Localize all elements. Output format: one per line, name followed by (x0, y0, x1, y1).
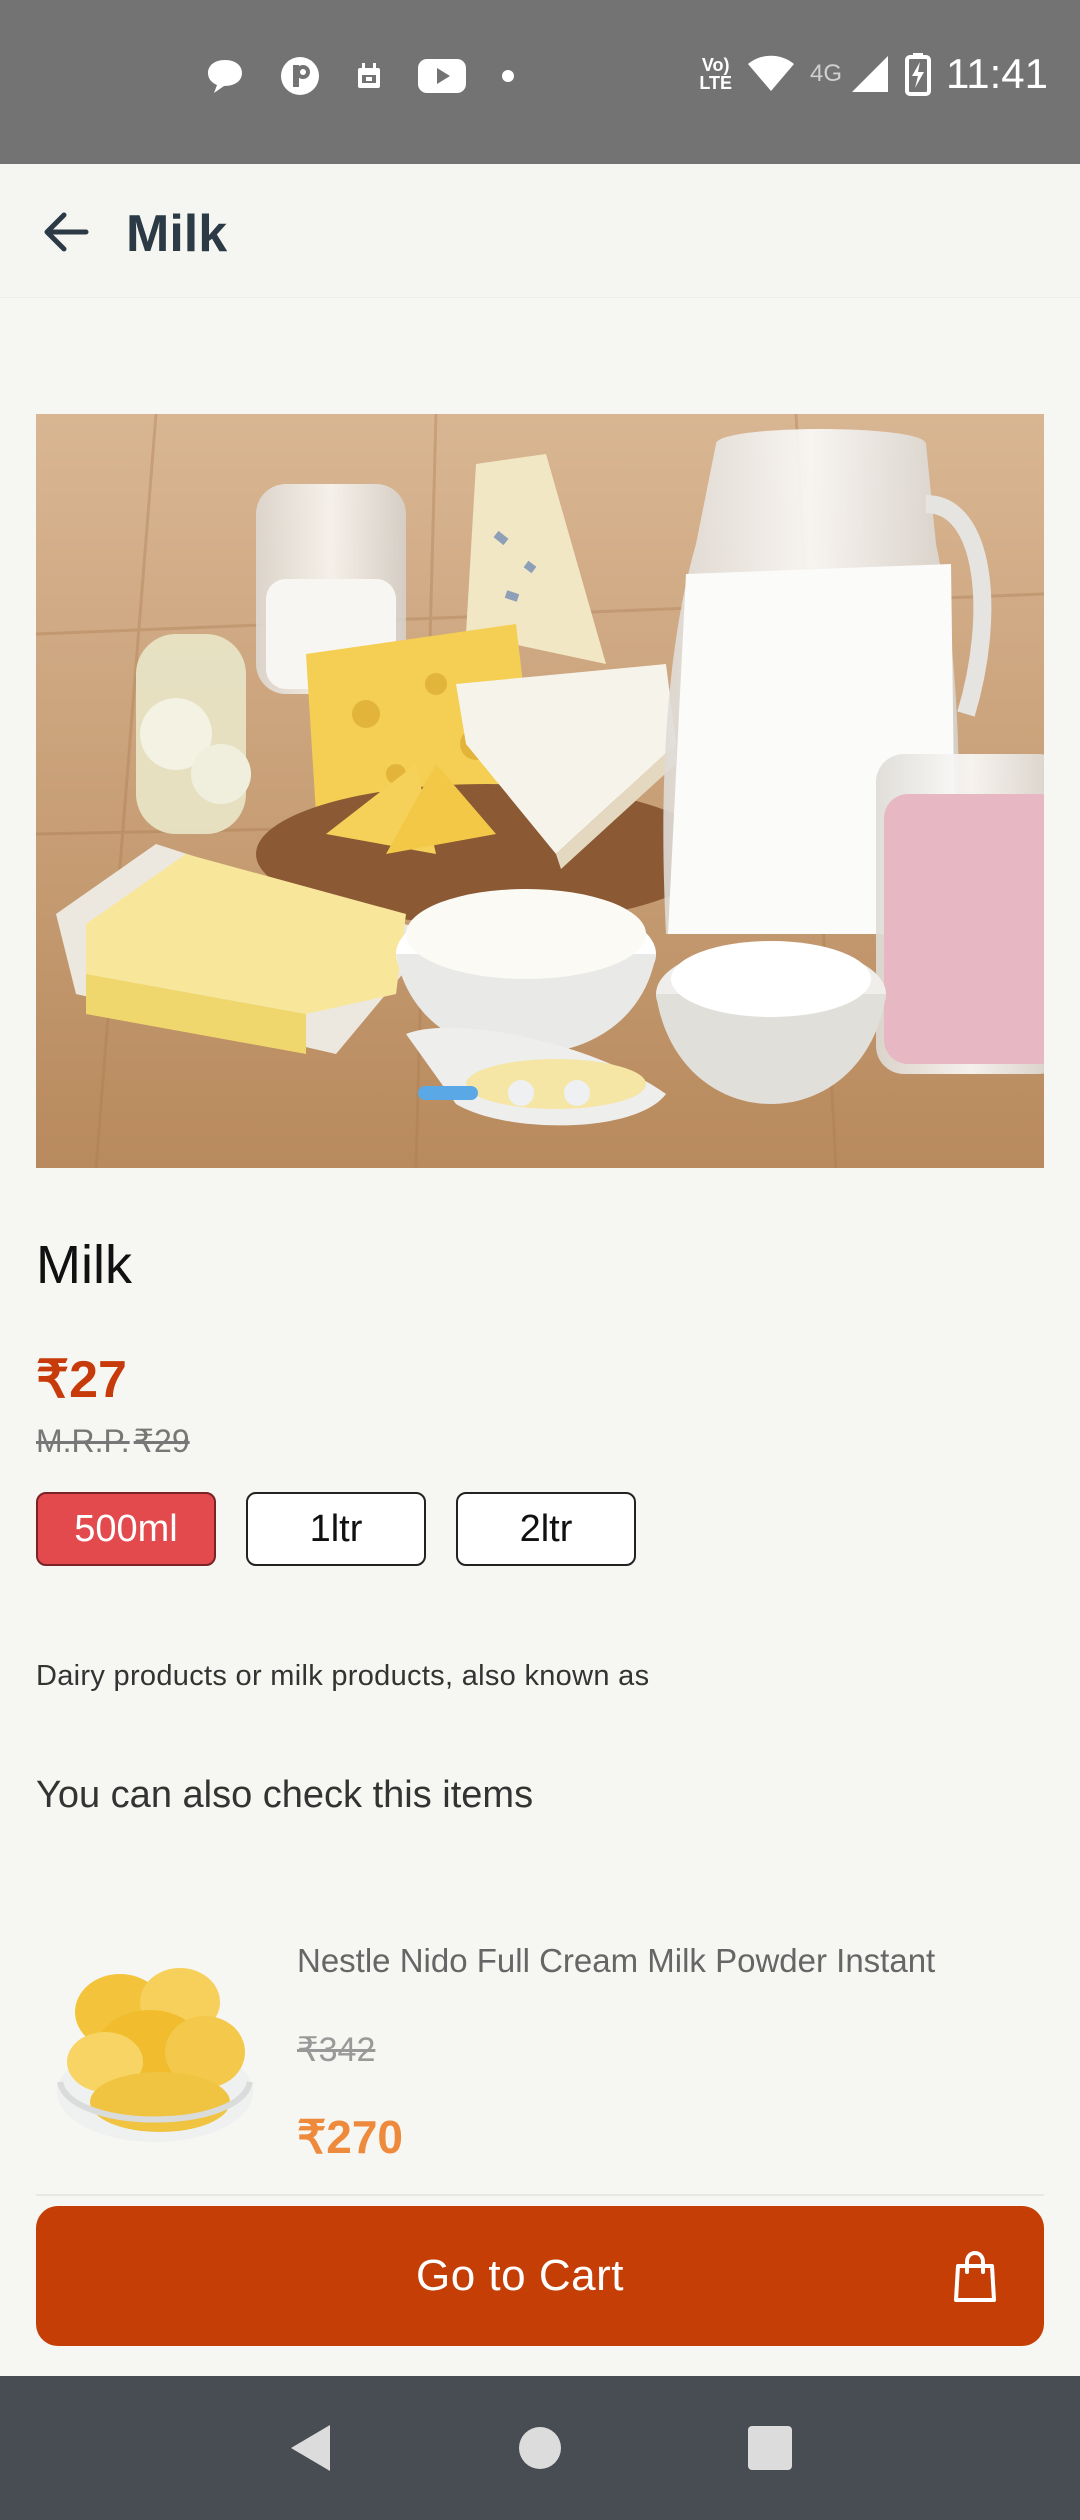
nav-recents-button[interactable] (730, 2408, 810, 2488)
product-name: Milk (36, 1235, 132, 1295)
youtube-icon (418, 59, 466, 93)
nav-home-button[interactable] (500, 2408, 580, 2488)
circle-home-icon (519, 2427, 561, 2469)
carousel-dot-active[interactable] (418, 1086, 478, 1100)
shopping-bag-icon (954, 2250, 996, 2302)
system-navigation-bar (0, 2376, 1080, 2520)
suggestions-heading: You can also check this items (36, 1774, 534, 1816)
product-image (36, 414, 1044, 1168)
go-to-cart-button[interactable]: Go to Cart (36, 2206, 1044, 2346)
carousel-dot[interactable] (564, 1080, 590, 1106)
variant-option-500ml[interactable]: 500ml (36, 1492, 216, 1566)
notification-icons (205, 55, 515, 97)
suggestion-item-image (57, 1968, 253, 2142)
suggestion-item[interactable]: Nestle Nido Full Cream Milk Powder Insta… (36, 1920, 1044, 2196)
page-title: Milk (126, 205, 228, 263)
dot-icon (502, 70, 514, 82)
wifi-icon (747, 55, 794, 91)
mrp-value: ₹29 (133, 1423, 190, 1459)
calendar-icon (358, 63, 380, 88)
suggestion-item-mrp: ₹342 (297, 2031, 376, 2069)
arrow-left-icon (44, 212, 89, 252)
product-description: Dairy products or milk products, also kn… (36, 1660, 650, 1692)
square-recents-icon (748, 2426, 792, 2470)
go-to-cart-label: Go to Cart (416, 2251, 624, 2300)
variant-selector: 500ml 1ltr 2ltr (36, 1492, 636, 1566)
carousel-indicators (36, 1080, 1044, 1106)
network-type: 4G (809, 60, 842, 87)
triangle-back-icon (291, 2425, 330, 2471)
clock: 11:41 (946, 50, 1048, 97)
product-price: ₹27 (36, 1351, 127, 1409)
battery-charging-icon (905, 53, 931, 96)
volte-label: Vo) LTE (699, 55, 732, 93)
mrp-label: M.R.P. (36, 1423, 130, 1459)
suggestion-item-title: Nestle Nido Full Cream Milk Powder Insta… (297, 1942, 936, 1979)
app-bar: Milk (0, 164, 1080, 298)
product-mrp: M.R.P. ₹29 (36, 1422, 190, 1460)
variant-option-1ltr[interactable]: 1ltr (246, 1492, 426, 1566)
back-button[interactable] (36, 202, 96, 262)
circle-p-icon (281, 57, 319, 95)
suggestion-item-price: ₹270 (297, 2111, 404, 2163)
product-image-carousel[interactable] (36, 414, 1044, 1168)
chat-bubble-icon (208, 60, 242, 93)
nav-back-button[interactable] (270, 2408, 350, 2488)
variant-option-2ltr[interactable]: 2ltr (456, 1492, 636, 1566)
signal-icon (852, 56, 888, 92)
status-bar: Vo) LTE 4G 11:41 (0, 0, 1080, 164)
system-icons: Vo) LTE 4G 11:41 (699, 50, 1048, 98)
carousel-dot[interactable] (508, 1080, 534, 1106)
